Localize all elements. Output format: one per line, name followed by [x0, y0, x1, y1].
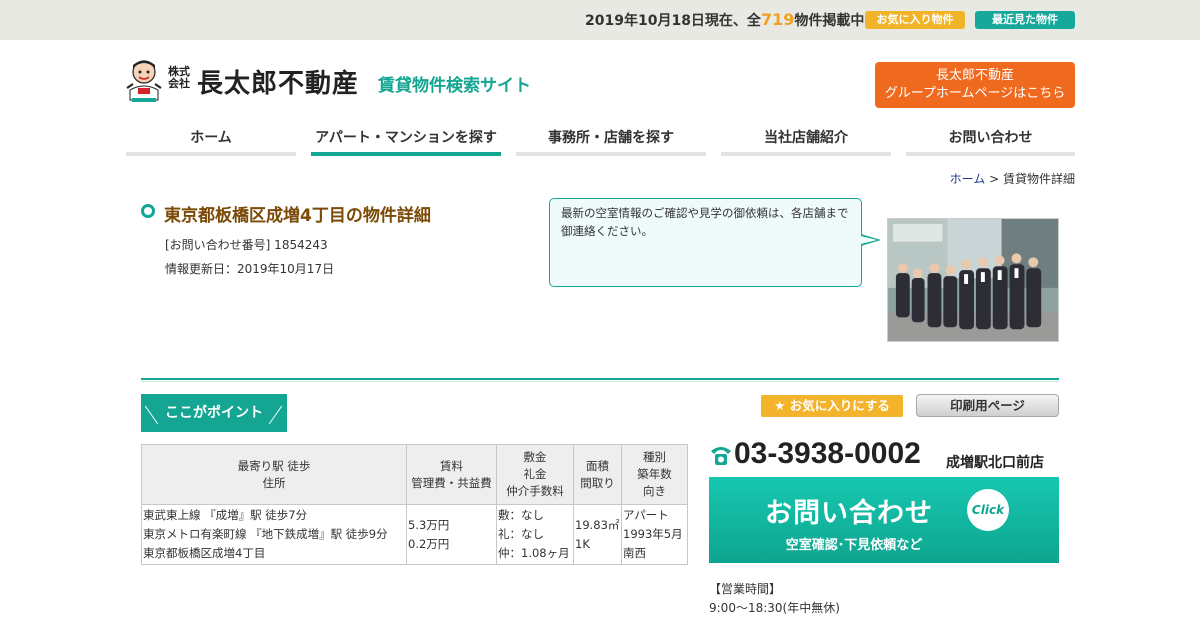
count-prefix: 2019年10月18日現在、全 — [585, 13, 761, 29]
header-cell-line: 礼金 — [523, 467, 547, 481]
contact-button-label: お問い合わせ — [765, 498, 933, 529]
cell-line: 19.83㎡ — [575, 517, 620, 532]
contact-notice-bubble: 最新の空室情報のご確認や見学の御依頼は、各店舗まで御連絡ください。 — [549, 198, 862, 287]
count-value: 719 — [760, 10, 795, 29]
nav-home[interactable]: ホーム — [126, 128, 296, 156]
cell-line: 南西 — [623, 546, 646, 560]
header-cell-line: 賃料 — [440, 458, 463, 473]
bubble-tail-inner — [861, 236, 877, 244]
print-page-button[interactable]: 印刷用ページ — [916, 394, 1059, 417]
cell-line: 0.2万円 — [408, 536, 450, 551]
contact-button-sublabel: 空室確認･下見依頼など — [785, 538, 923, 553]
header-cell-line: 築年数 — [637, 467, 672, 481]
cell-line: 東武東上線 『成増』駅 徒歩7分 — [143, 508, 308, 522]
header-cell-line: 敷金 — [523, 450, 547, 464]
badge-slash-right — [268, 405, 283, 425]
cell-line: 5.3万円 — [408, 517, 450, 532]
cell-line: 東京都板橋区成増4丁目 — [143, 546, 266, 560]
header-cell-line: 間取り — [580, 475, 615, 490]
table-row: 東武東上線 『成増』駅 徒歩7分 東京メトロ有楽町線 『地下鉄成増』駅 徒歩9分… — [141, 504, 688, 565]
group-button-line1: 長太郎不動産 — [935, 68, 1014, 83]
cell-line: 東京メトロ有楽町線 『地下鉄成増』駅 徒歩9分 — [143, 527, 388, 541]
breadcrumb-home[interactable]: ホーム — [950, 172, 986, 186]
cell-deposit: 敷：なし 礼：なし 仲：1.08ヶ月 — [496, 504, 574, 565]
logo-company-name[interactable]: 長太郎不動産 — [197, 63, 359, 100]
cell-line: 仲：1.08ヶ月 — [498, 546, 570, 560]
inquiry-number: [お問い合わせ番号] 1854243 — [165, 238, 328, 252]
header-cell-line: 面積 — [586, 458, 609, 473]
header-area: 面積 間取り — [573, 444, 622, 505]
top-bar: 2019年10月18日現在、全719物件掲載中 お気に入り物件 最近見た物件 — [0, 0, 1200, 40]
page-title: 東京都板橋区成増4丁目の物件詳細 — [164, 206, 431, 226]
star-icon: ★ — [774, 398, 786, 413]
header-cell-line: 向き — [643, 484, 666, 498]
phone-number[interactable]: 03-3938-0002 — [734, 437, 921, 471]
listing-count: 2019年10月18日現在、全719物件掲載中 — [585, 10, 864, 30]
cell-rent: 5.3万円 0.2万円 — [406, 504, 497, 565]
add-favorite-button[interactable]: ★ お気に入りにする — [761, 395, 903, 417]
cell-line: 1993年5月 — [623, 527, 683, 541]
header-rent: 賃料 管理費・共益費 — [406, 444, 497, 505]
updated-date: 情報更新日：2019年10月17日 — [165, 262, 335, 276]
section-divider — [141, 378, 1059, 380]
phone-icon — [711, 447, 731, 465]
header-deposit: 敷金 礼金 仲介手数料 — [496, 444, 574, 505]
staff-photo — [887, 218, 1059, 342]
logo-company-type: 株式会社 — [168, 65, 190, 90]
group-homepage-button[interactable]: 長太郎不動産 グループホームページはこちら — [875, 62, 1075, 108]
breadcrumb-current: 賃貸物件詳細 — [1002, 172, 1075, 186]
count-suffix: 物件掲載中 — [794, 13, 865, 29]
property-table: 最寄り駅 徒歩 住所 賃料 管理費・共益費 敷金 礼金 仲介手数料 面積 間取り… — [141, 444, 688, 565]
click-badge: Click — [967, 489, 1009, 531]
add-favorite-label: お気に入りにする — [789, 398, 890, 413]
cell-station-address: 東武東上線 『成増』駅 徒歩7分 東京メトロ有楽町線 『地下鉄成増』駅 徒歩9分… — [141, 504, 407, 565]
header-cell-line: 最寄り駅 徒歩 — [237, 458, 311, 473]
header-cell-line: 管理費・共益費 — [411, 475, 492, 490]
business-hours-label: 【営業時間】 — [709, 582, 782, 596]
nav-contact[interactable]: お問い合わせ — [906, 128, 1075, 156]
cell-line: 敷：なし — [498, 508, 544, 522]
badge-slash-left — [144, 405, 159, 425]
header-station-address: 最寄り駅 徒歩 住所 — [141, 444, 407, 505]
nav-stores[interactable]: 当社店舗紹介 — [721, 128, 891, 156]
favorites-button[interactable]: お気に入り物件 — [865, 11, 965, 29]
point-badge: ここがポイント — [141, 394, 287, 432]
section-divider-shadow — [141, 381, 1059, 382]
store-name: 成増駅北口前店 — [946, 455, 1044, 471]
breadcrumb-separator: > — [985, 172, 1003, 186]
mascot-logo-icon[interactable] — [124, 58, 164, 102]
nav-offices[interactable]: 事務所・店舗を探す — [516, 128, 706, 156]
cell-line: 礼：なし — [498, 527, 544, 541]
header-cell-line: 種別 — [643, 450, 666, 464]
cell-line: アパート — [623, 508, 669, 522]
nav-apartments[interactable]: アパート・マンションを探す — [311, 128, 501, 156]
cell-type: アパート 1993年5月 南西 — [621, 504, 688, 565]
header-cell-line: 仲介手数料 — [506, 484, 564, 498]
recently-viewed-button[interactable]: 最近見た物件 — [975, 11, 1075, 29]
site-subtitle: 賃貸物件検索サイト — [378, 76, 531, 96]
header-type: 種別 築年数 向き — [621, 444, 688, 505]
business-hours: 9:00～18:30(年中無休) — [709, 601, 840, 615]
group-button-line2: グループホームページはこちら — [884, 86, 1066, 101]
breadcrumb: ホーム > 賃貸物件詳細 — [950, 170, 1075, 187]
title-bullet-icon — [141, 204, 155, 218]
header-cell-line: 住所 — [262, 475, 286, 490]
contact-button[interactable]: お問い合わせ 空室確認･下見依頼など Click — [709, 477, 1059, 563]
cell-area: 19.83㎡ 1K — [573, 504, 622, 565]
point-badge-label: ここがポイント — [165, 405, 263, 421]
table-header-row: 最寄り駅 徒歩 住所 賃料 管理費・共益費 敷金 礼金 仲介手数料 面積 間取り… — [141, 444, 688, 505]
cell-line: 1K — [575, 536, 590, 551]
